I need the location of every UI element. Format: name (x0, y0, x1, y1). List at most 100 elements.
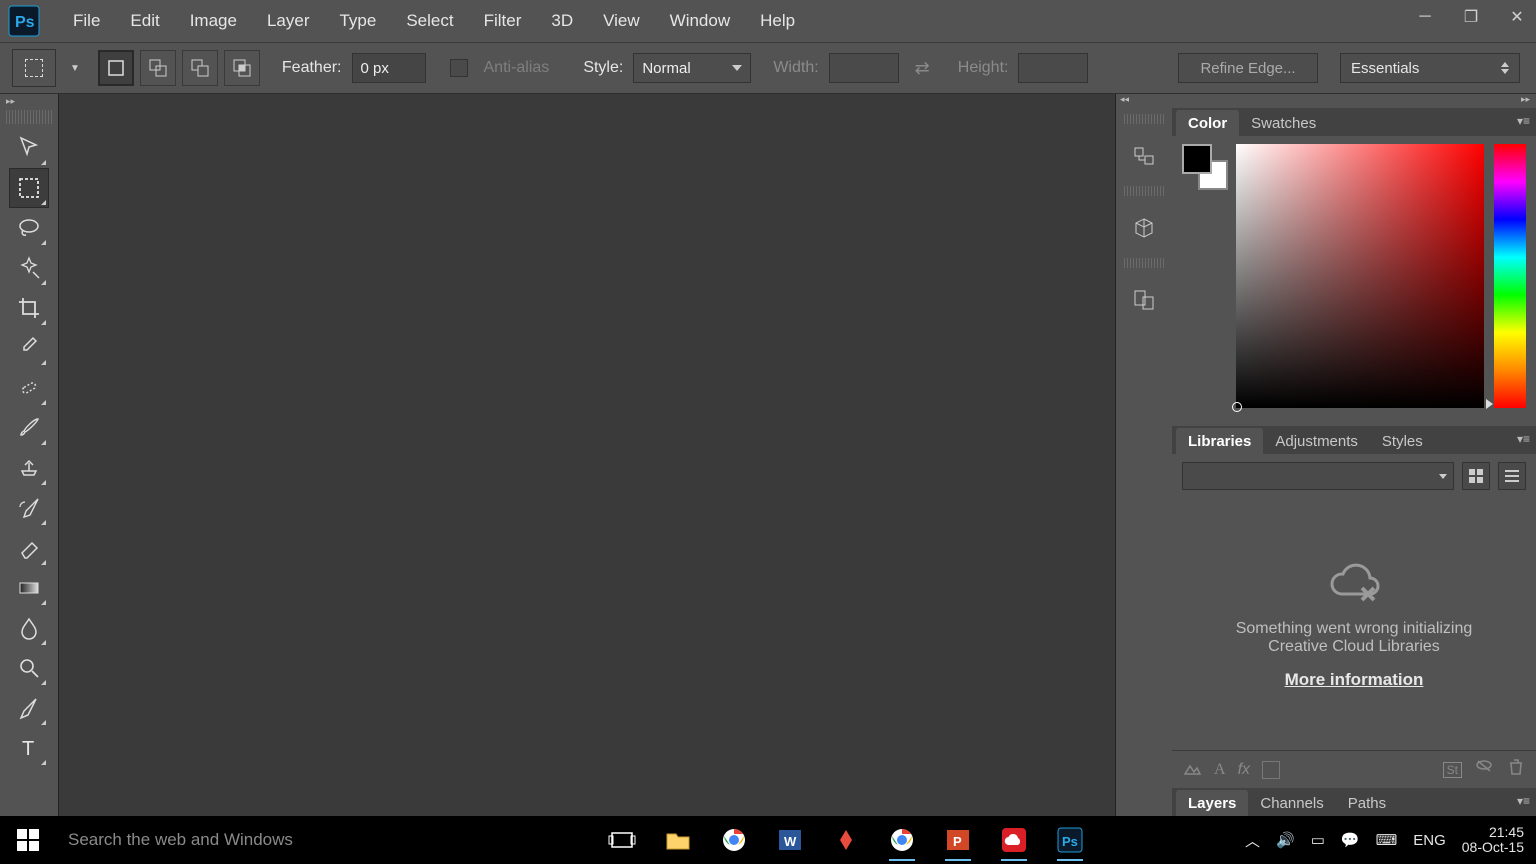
language-indicator[interactable]: ENG (1413, 832, 1446, 849)
tab-channels[interactable]: Channels (1248, 790, 1335, 816)
move-tool[interactable] (9, 128, 49, 168)
chrome-icon[interactable] (713, 819, 755, 861)
app-icon[interactable] (825, 819, 867, 861)
keyboard-icon[interactable]: ⌨ (1376, 831, 1398, 849)
color-panel-tabs: Color Swatches ▾≡ (1172, 108, 1536, 136)
height-label: Height: (958, 59, 1009, 77)
powerpoint-icon[interactable]: P (937, 819, 979, 861)
svg-text:T: T (22, 738, 34, 760)
tab-libraries[interactable]: Libraries (1176, 428, 1263, 454)
lasso-tool[interactable] (9, 208, 49, 248)
tab-adjustments[interactable]: Adjustments (1263, 428, 1370, 454)
search-input[interactable]: Search the web and Windows (56, 816, 446, 864)
toolbox-grip[interactable] (6, 110, 52, 124)
menu-3d[interactable]: 3D (536, 7, 588, 35)
system-tray: ︿ 🔊 ▭ 💬 ⌨ ENG 21:45 08-Oct-15 (1245, 825, 1536, 855)
sync-icon (1474, 757, 1494, 782)
panel-menu-icon[interactable]: ▾≡ (1517, 794, 1530, 808)
tab-color[interactable]: Color (1176, 110, 1239, 136)
crop-tool[interactable] (9, 288, 49, 328)
volume-icon[interactable]: 🔊 (1276, 831, 1295, 849)
tab-layers[interactable]: Layers (1176, 790, 1248, 816)
style-select[interactable]: Normal (633, 53, 751, 83)
clone-tool[interactable] (9, 448, 49, 488)
start-button[interactable] (0, 816, 56, 864)
rect-marquee-tool[interactable] (9, 168, 49, 208)
toolbox-expand[interactable]: ▸▸ (0, 94, 18, 108)
tab-paths[interactable]: Paths (1336, 790, 1398, 816)
chrome-icon-2[interactable] (881, 819, 923, 861)
gradient-tool[interactable] (9, 568, 49, 608)
history-brush-tool[interactable] (9, 488, 49, 528)
close-button[interactable]: ✕ (1504, 4, 1530, 30)
hue-slider[interactable] (1494, 144, 1526, 408)
file-explorer-icon[interactable] (657, 819, 699, 861)
menu-file[interactable]: File (58, 7, 115, 35)
clock-time: 21:45 (1462, 825, 1524, 840)
blur-tool[interactable] (9, 608, 49, 648)
brush-tool[interactable] (9, 408, 49, 448)
menu-type[interactable]: Type (324, 7, 391, 35)
add-layer-style-icon: fx (1238, 761, 1250, 779)
eyedropper-tool[interactable] (9, 328, 49, 368)
properties-panel-icon[interactable] (1124, 276, 1164, 324)
style-label: Style: (583, 59, 623, 77)
clock[interactable]: 21:45 08-Oct-15 (1462, 825, 1524, 855)
menu-help[interactable]: Help (745, 7, 810, 35)
selection-subtract-button[interactable] (182, 50, 218, 86)
chevron-down-icon[interactable]: ▼ (70, 63, 80, 74)
eraser-tool[interactable] (9, 528, 49, 568)
tab-swatches[interactable]: Swatches (1239, 110, 1328, 136)
selection-intersect-button[interactable] (224, 50, 260, 86)
3d-panel-icon[interactable] (1124, 204, 1164, 252)
dock-grip[interactable] (1124, 114, 1164, 124)
saturation-value-field[interactable] (1236, 144, 1484, 408)
menu-select[interactable]: Select (391, 7, 468, 35)
history-panel-icon[interactable] (1124, 132, 1164, 180)
type-tool[interactable]: T (9, 728, 49, 768)
pen-tool[interactable] (9, 688, 49, 728)
libraries-error-line2: Creative Cloud Libraries (1236, 638, 1473, 656)
dock-grip[interactable] (1124, 258, 1164, 268)
menu-layer[interactable]: Layer (252, 7, 325, 35)
foreground-color[interactable] (1182, 144, 1212, 174)
tray-chevron-icon[interactable]: ︿ (1245, 830, 1260, 851)
menu-image[interactable]: Image (175, 7, 252, 35)
selection-new-button[interactable] (98, 50, 134, 86)
heal-tool[interactable] (9, 368, 49, 408)
creative-cloud-icon[interactable] (993, 819, 1035, 861)
minimize-button[interactable]: ─ (1412, 4, 1438, 30)
dock-collapse-toggle[interactable]: ◂◂ (1116, 94, 1172, 108)
photoshop-taskbar-icon[interactable]: Ps (1049, 819, 1091, 861)
layers-panel-tabs: Layers Channels Paths ▾≡ (1172, 788, 1536, 816)
feather-input[interactable] (352, 53, 426, 83)
word-icon[interactable]: W (769, 819, 811, 861)
panel-menu-icon[interactable]: ▾≡ (1517, 114, 1530, 128)
action-center-icon[interactable]: 💬 (1341, 831, 1360, 849)
panels-collapse-toggle[interactable]: ▸▸ (1172, 94, 1536, 108)
menu-window[interactable]: Window (655, 7, 745, 35)
menu-filter[interactable]: Filter (469, 7, 537, 35)
dock-grip[interactable] (1124, 186, 1164, 196)
panel-menu-icon[interactable]: ▾≡ (1517, 432, 1530, 446)
list-view-icon[interactable] (1498, 462, 1526, 490)
tool-preset-picker[interactable] (12, 49, 56, 87)
height-input (1018, 53, 1088, 83)
grid-view-icon[interactable] (1462, 462, 1490, 490)
more-information-link[interactable]: More information (1285, 670, 1424, 690)
battery-icon[interactable]: ▭ (1311, 831, 1325, 849)
menu-edit[interactable]: Edit (115, 7, 174, 35)
fg-bg-swatch[interactable] (1182, 144, 1226, 418)
magic-wand-tool[interactable] (9, 248, 49, 288)
library-picker[interactable] (1182, 462, 1454, 490)
task-view-icon[interactable] (601, 819, 643, 861)
menu-view[interactable]: View (588, 7, 655, 35)
options-bar: ▼ Feather: Anti-alias Style: Normal Widt… (0, 42, 1536, 94)
workspace-value: Essentials (1351, 60, 1419, 77)
selection-add-button[interactable] (140, 50, 176, 86)
zoom-tool[interactable] (9, 648, 49, 688)
tab-styles[interactable]: Styles (1370, 428, 1435, 454)
refine-edge-button[interactable]: Refine Edge... (1178, 53, 1318, 83)
maximize-button[interactable]: ❐ (1458, 4, 1484, 30)
workspace-select[interactable]: Essentials (1340, 53, 1520, 83)
